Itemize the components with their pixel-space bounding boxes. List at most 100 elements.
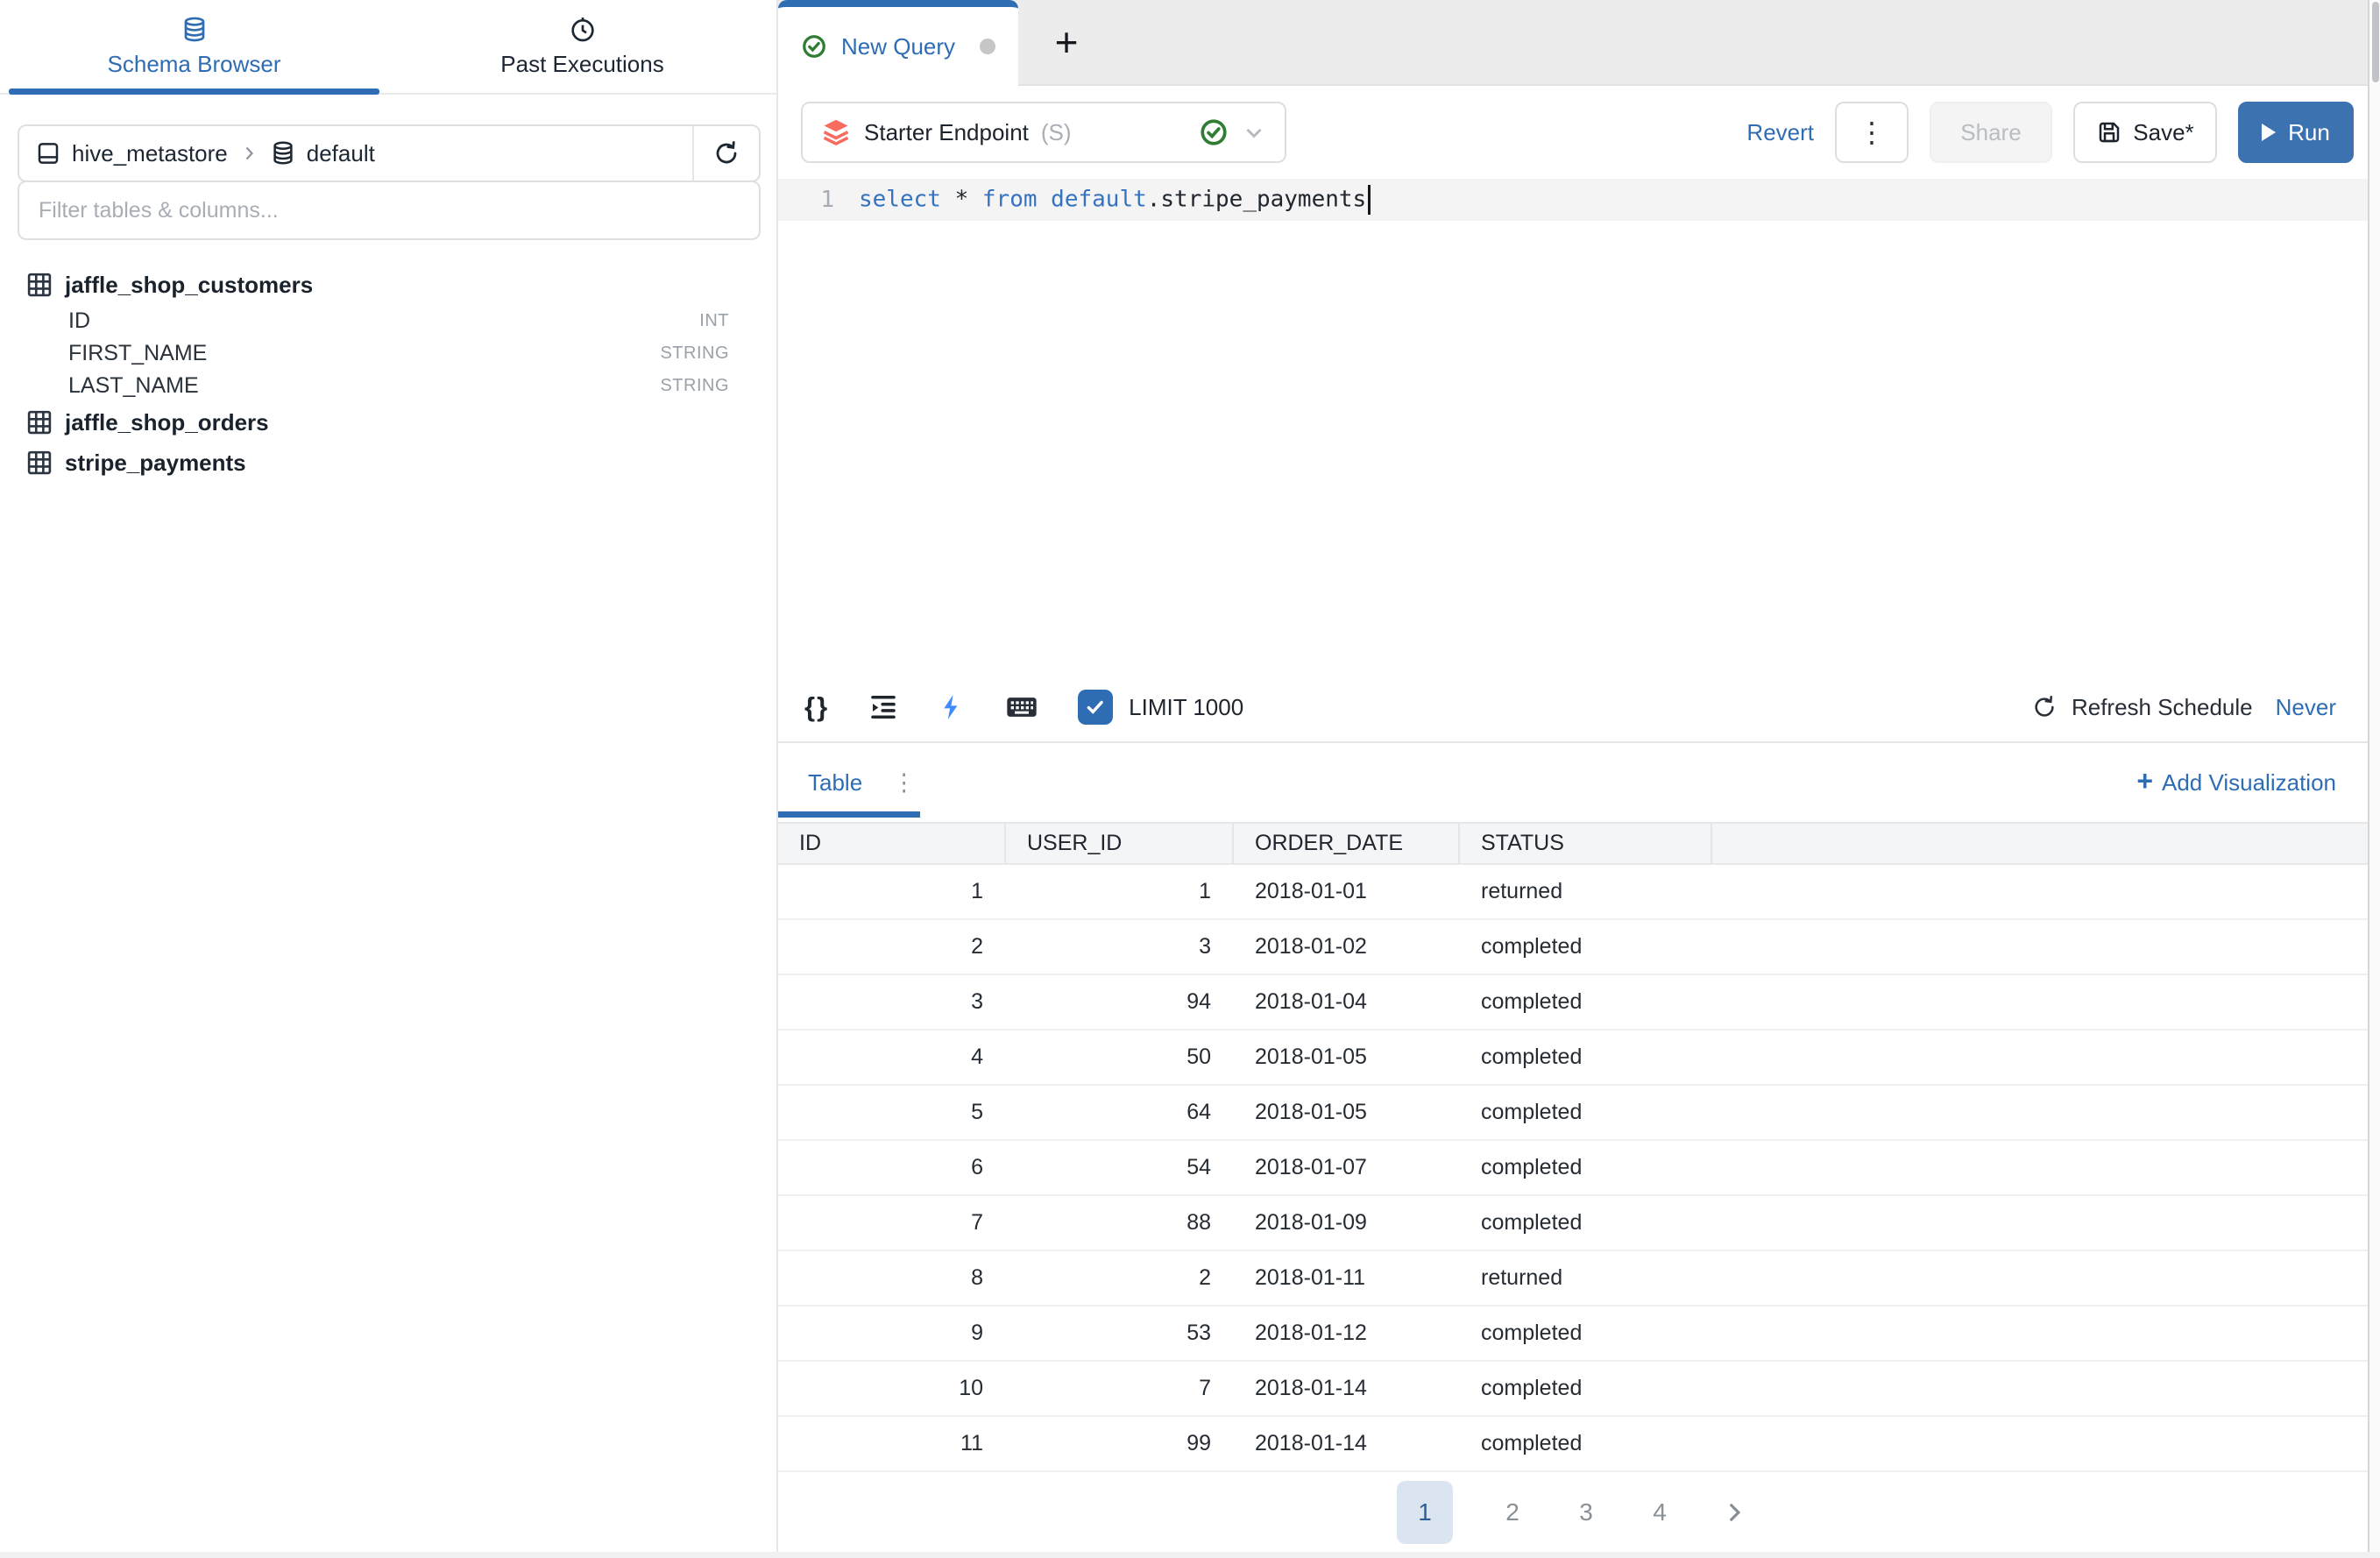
table-cell: 88 <box>1006 1210 1234 1236</box>
table-cell: 99 <box>1006 1431 1234 1456</box>
schema-column-item[interactable]: FIRST_NAME STRING <box>0 337 776 370</box>
sql-token: .stripe_payments <box>1147 187 1366 213</box>
breadcrumb-catalog[interactable]: hive_metastore <box>72 140 228 167</box>
table-cell: completed <box>1460 1100 1712 1125</box>
add-tab-button[interactable]: + <box>1018 0 1115 84</box>
table-row: 4502018-01-05completed <box>778 1030 2368 1086</box>
column-type: STRING <box>660 376 729 396</box>
save-button[interactable]: Save* <box>2073 102 2217 163</box>
add-visualization-button[interactable]: + Add Visualization <box>2136 768 2336 797</box>
table-cell: 5 <box>778 1100 1006 1125</box>
endpoint-name: Starter Endpoint <box>864 119 1029 146</box>
table-cell: completed <box>1460 1431 1712 1456</box>
table-cell: completed <box>1460 1045 1712 1070</box>
results-tab-table[interactable]: Table <box>808 769 862 797</box>
schema-tree: jaffle_shop_customers IDINT FIRST_NAME STRI… <box>0 265 776 483</box>
table-row: 112018-01-01returned <box>778 865 2368 920</box>
sql-token: select <box>859 187 941 213</box>
code-line-1[interactable]: 1 select * from default.stripe_payments <box>778 179 2368 221</box>
table-cell: 6 <box>778 1155 1006 1180</box>
lightning-icon[interactable] <box>938 693 966 721</box>
share-button[interactable]: Share <box>1930 102 2052 163</box>
catalog-icon <box>35 140 61 166</box>
schema-table-item[interactable]: jaffle_shop_customers <box>0 265 776 305</box>
refresh-schedule-label: Refresh Schedule <box>2072 694 2253 721</box>
vertical-scrollbar[interactable] <box>2368 0 2380 1552</box>
scrollbar-thumb[interactable] <box>2372 2 2379 82</box>
table-cell: returned <box>1460 1265 1712 1291</box>
endpoint-status-check-icon <box>1199 117 1229 147</box>
sql-editor[interactable]: 1 select * from default.stripe_payments <box>778 179 2368 673</box>
table-cell: 3 <box>1006 934 1234 960</box>
results-header: Table ⋮ + Add Visualization <box>778 743 2368 822</box>
table-cell: 2018-01-07 <box>1234 1155 1460 1180</box>
refresh-schema-button[interactable] <box>692 126 759 181</box>
page-button-1[interactable]: 1 <box>1397 1481 1453 1544</box>
results-tab-menu-icon[interactable]: ⋮ <box>892 769 916 797</box>
refresh-schedule: Refresh Schedule Never <box>2031 694 2336 721</box>
column-name: FIRST_NAME <box>68 341 207 366</box>
sidebar-tabs: Schema Browser Past Executions <box>0 0 776 95</box>
tab-schema-browser[interactable]: Schema Browser <box>0 0 388 93</box>
table-cell: 1 <box>778 879 1006 904</box>
tab-past-executions-label: Past Executions <box>500 51 663 78</box>
page-button-3[interactable]: 3 <box>1572 1498 1600 1526</box>
table-cell: 7 <box>778 1210 1006 1236</box>
bottom-scroll-track <box>0 1552 2380 1558</box>
breadcrumb[interactable]: hive_metastore default <box>19 140 692 167</box>
editor-footer: {} <box>778 673 2368 743</box>
table-cell: 54 <box>1006 1155 1234 1180</box>
table-cell: 94 <box>1006 989 1234 1015</box>
endpoint-size: (S) <box>1041 119 1072 146</box>
endpoint-select[interactable]: Starter Endpoint (S) <box>801 102 1286 163</box>
schema-table-item[interactable]: jaffle_shop_orders <box>0 402 776 443</box>
results-grid-header: IDUSER_IDORDER_DATESTATUS <box>778 822 2368 865</box>
table-name: jaffle_shop_customers <box>65 272 313 299</box>
table-icon <box>26 272 53 298</box>
breadcrumb-schema[interactable]: default <box>307 140 375 167</box>
column-name: ID <box>68 308 90 334</box>
pagination: 1 2 3 4 <box>778 1472 2368 1552</box>
run-button[interactable]: Run <box>2238 102 2354 163</box>
table-cell: 8 <box>778 1265 1006 1291</box>
run-label: Run <box>2288 119 2330 146</box>
schema-table-item[interactable]: stripe_payments <box>0 443 776 483</box>
query-toolbar: Starter Endpoint (S) Revert ⋮ Share <box>778 86 2368 179</box>
column-header: STATUS <box>1460 824 1712 863</box>
more-actions-button[interactable]: ⋮ <box>1835 102 1909 163</box>
format-braces-icon[interactable]: {} <box>804 691 829 723</box>
table-cell: 2018-01-01 <box>1234 879 1460 904</box>
query-tab-new-query[interactable]: New Query <box>778 0 1018 86</box>
schema-icon <box>270 140 296 166</box>
next-page-button[interactable] <box>1719 1498 1749 1527</box>
table-row: 7882018-01-09completed <box>778 1196 2368 1251</box>
limit-label[interactable]: LIMIT 1000 <box>1129 694 1243 721</box>
table-cell: completed <box>1460 1321 1712 1346</box>
toolbar-actions: Revert ⋮ Share Save* Run <box>1746 102 2354 163</box>
table-cell: returned <box>1460 879 1712 904</box>
schema-column-item[interactable]: LAST_NAMESTRING <box>0 370 776 402</box>
sql-token: * <box>955 187 969 213</box>
table-name: stripe_payments <box>65 450 246 477</box>
page-button-4[interactable]: 4 <box>1646 1498 1674 1526</box>
save-icon <box>2096 119 2122 145</box>
keyboard-shortcuts-icon[interactable] <box>1004 690 1039 725</box>
schema-filter-input[interactable] <box>39 198 740 223</box>
column-type: STRING <box>660 343 729 364</box>
revert-link[interactable]: Revert <box>1746 119 1814 146</box>
schema-column-item[interactable]: IDINT <box>0 305 776 337</box>
page-button-2[interactable]: 2 <box>1498 1498 1526 1526</box>
refresh-schedule-icon <box>2031 694 2058 720</box>
tab-past-executions[interactable]: Past Executions <box>388 0 776 93</box>
limit-checkbox[interactable] <box>1078 690 1113 725</box>
query-tab-label: New Query <box>841 33 955 60</box>
table-cell: 2 <box>1006 1265 1234 1291</box>
table-cell: 2018-01-05 <box>1234 1045 1460 1070</box>
refresh-schedule-value[interactable]: Never <box>2276 694 2336 721</box>
sql-editor-app: Schema Browser Past Executions <box>0 0 2380 1558</box>
table-cell: 2018-01-02 <box>1234 934 1460 960</box>
table-cell: 2018-01-14 <box>1234 1376 1460 1401</box>
table-cell: 10 <box>778 1376 1006 1401</box>
sql-code: select * from default.stripe_payments <box>834 185 1371 215</box>
indent-icon[interactable] <box>868 691 899 723</box>
